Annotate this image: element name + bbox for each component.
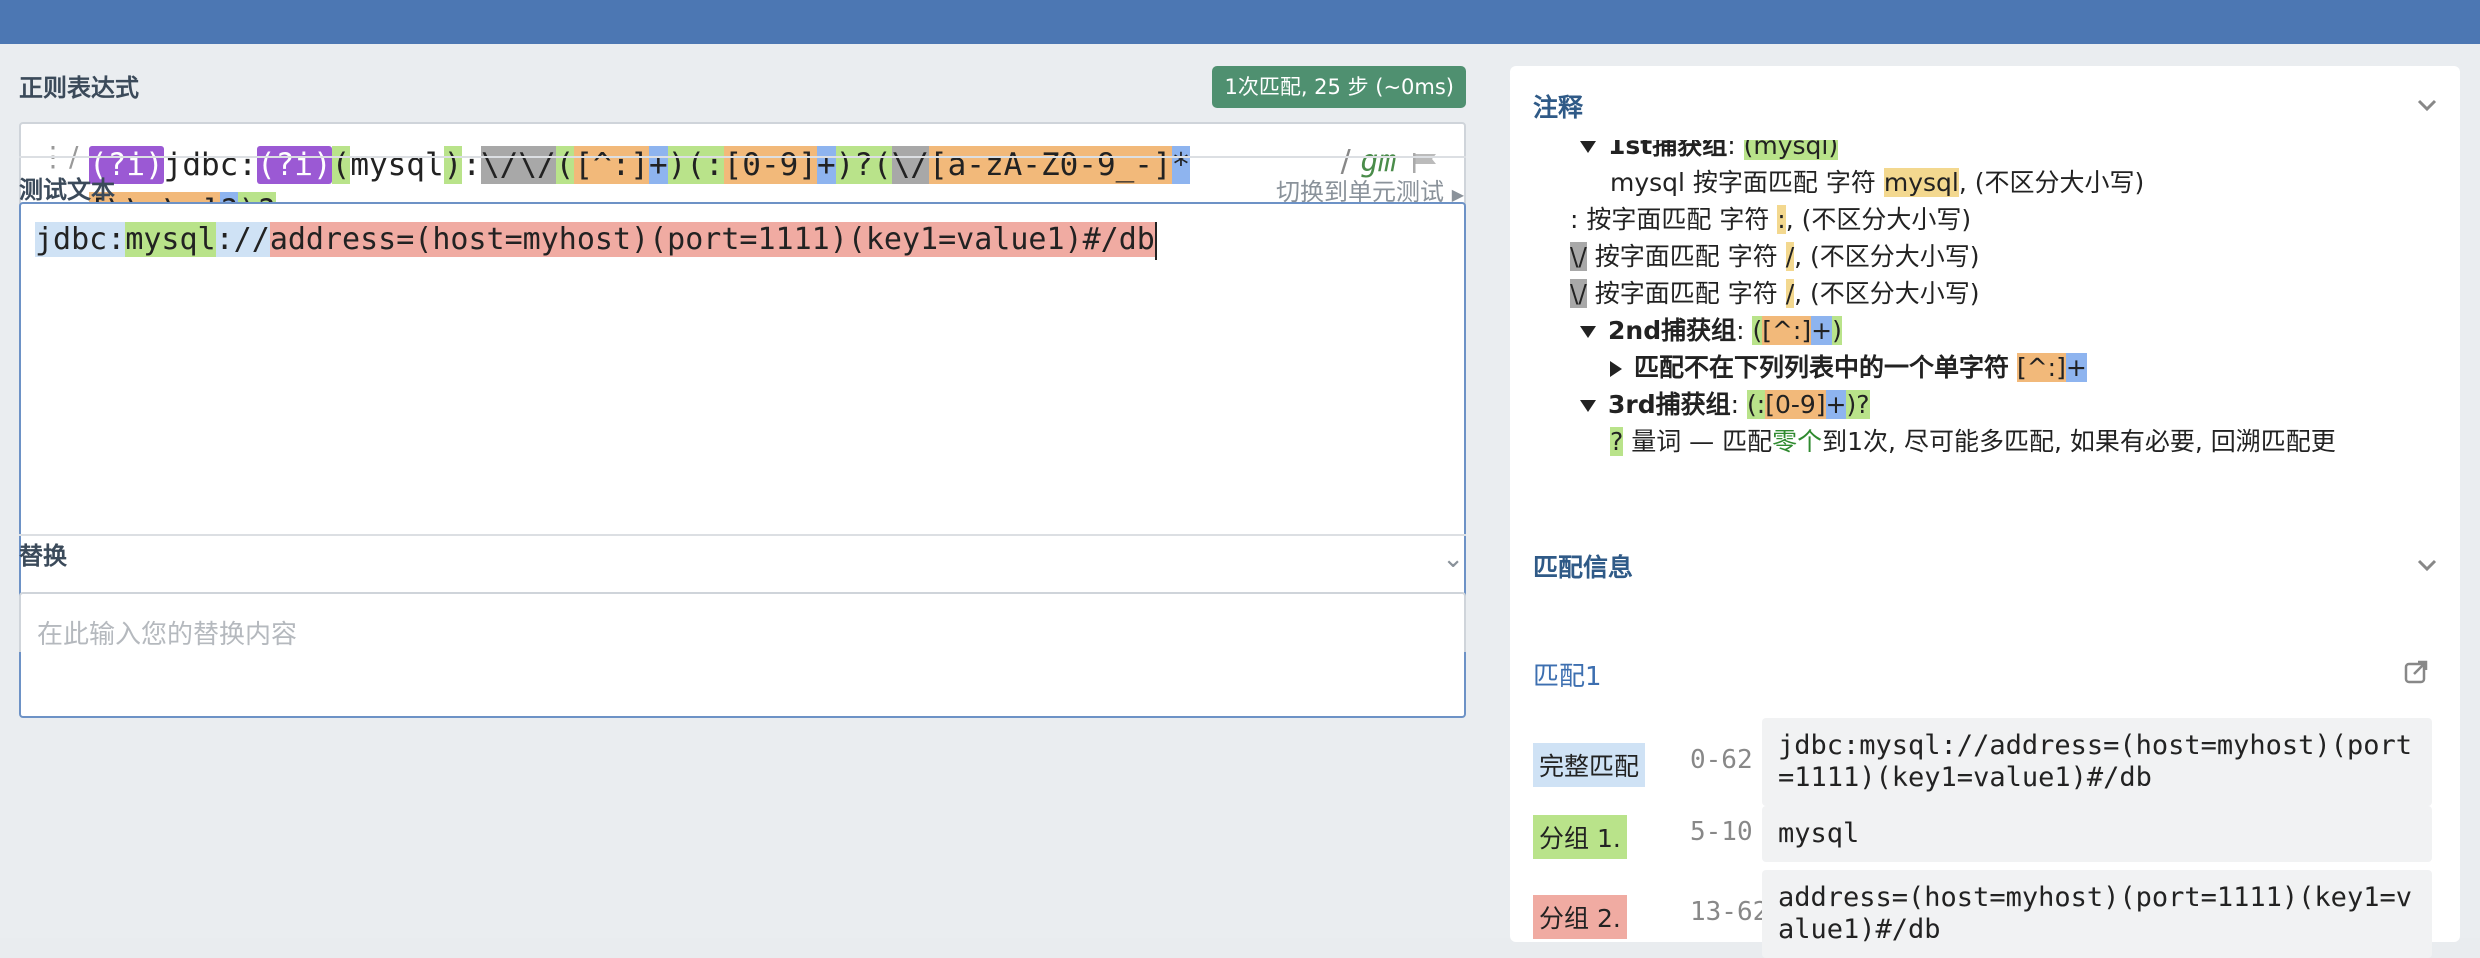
regex-section-title: 正则表达式: [19, 74, 139, 102]
test-match-segment: jdbc:: [35, 222, 126, 257]
regex-token[interactable]: mysql: [350, 146, 443, 184]
match-group-range: 13-62: [1690, 897, 1769, 927]
match-group-tag: 分组 1.: [1533, 815, 1627, 859]
chevron-down-icon[interactable]: [2416, 554, 2438, 576]
chevron-down-icon[interactable]: ⌄: [1442, 544, 1464, 574]
sidebar: 注释 1st捕获组: (mysql) mysql 按字面匹配 字符 mysql, …: [1490, 44, 2480, 958]
explanation-line: mysql 按字面匹配 字符 mysql, (不区分大小写): [1610, 168, 2145, 197]
explanation-line[interactable]: 匹配不在下列列表中的一个单字符 [^:]+: [1610, 348, 2087, 384]
explanation-line: \/ 按字面匹配 字符 /, (不区分大小写): [1570, 279, 1980, 308]
match-group-value[interactable]: jdbc:mysql://address=(host=myhost)(port=…: [1762, 718, 2432, 806]
expand-down-icon[interactable]: [1580, 326, 1596, 338]
divider: [19, 156, 1466, 158]
explanation-line[interactable]: 3rd捕获组: (:[0-9]+)?: [1580, 385, 1870, 421]
regex-token[interactable]: +: [648, 146, 668, 184]
test-match-segment: address=(host=myhost)(port=1111)(key1=va…: [269, 222, 1155, 257]
explanation-line: : 按字面匹配 字符 :, (不区分大小写): [1570, 205, 1972, 234]
expand-right-icon[interactable]: [1610, 361, 1622, 377]
top-bar: [0, 0, 2480, 44]
test-section-title: 测试文本: [19, 176, 115, 204]
text-caret: [1154, 221, 1157, 260]
expand-down-icon[interactable]: [1580, 400, 1596, 412]
share-icon[interactable]: [2404, 658, 2430, 684]
explanation-tree: 1st捕获组: (mysql) mysql 按字面匹配 字符 mysql, (不区…: [1510, 140, 2460, 540]
explanation-title: 注释: [1533, 93, 1584, 122]
match-group-range: 5-10: [1690, 817, 1753, 847]
match-group-value[interactable]: mysql: [1762, 806, 2432, 862]
match-group-range: 0-62: [1690, 745, 1753, 775]
regex-token[interactable]: (: [331, 146, 351, 184]
regex-token[interactable]: ): [443, 146, 463, 184]
regex-token[interactable]: [a-zA-Z0-9_-]: [928, 146, 1172, 184]
match-group-tag: 分组 2.: [1533, 895, 1627, 939]
test-match-segment: mysql: [125, 222, 216, 257]
match-info-panel: 匹配信息 匹配1 完整匹配 0-62 jdbc:mysql://address=(h…: [1510, 522, 2460, 958]
regex-token[interactable]: (: [555, 146, 575, 184]
explanation-line: \/ 按字面匹配 字符 /, (不区分大小写): [1570, 242, 1980, 271]
explanation-panel: 注释 1st捕获组: (mysql) mysql 按字面匹配 字符 mysql, …: [1510, 66, 2460, 546]
regex-token[interactable]: \/\/: [480, 146, 556, 184]
regex-token[interactable]: jdbc:: [164, 146, 257, 184]
regex-token[interactable]: (: [872, 146, 892, 184]
chevron-down-icon[interactable]: [2416, 94, 2438, 116]
regex-token[interactable]: *: [1171, 146, 1191, 184]
replace-input[interactable]: 在此输入您的替换内容: [19, 592, 1466, 652]
explanation-line[interactable]: 2nd捕获组: ([^:]+): [1580, 311, 1842, 347]
regex-token[interactable]: )?: [835, 146, 873, 184]
regex-token[interactable]: [0-9]: [723, 146, 817, 184]
replace-section-title: 替换: [19, 542, 67, 570]
regex-token[interactable]: ): [667, 146, 687, 184]
regex-token[interactable]: [^:]: [574, 146, 649, 184]
match-1-label[interactable]: 匹配1: [1533, 656, 1602, 693]
divider: [19, 534, 1466, 536]
regex-token[interactable]: +: [816, 146, 836, 184]
match-group-value[interactable]: address=(host=myhost)(port=1111)(key1=va…: [1762, 870, 2432, 958]
explanation-line[interactable]: 1st捕获组: (mysql): [1580, 140, 1839, 162]
regex-token[interactable]: :: [462, 146, 481, 184]
replace-placeholder: 在此输入您的替换内容: [37, 620, 298, 650]
regex-token[interactable]: (:: [686, 146, 724, 184]
match-info-title: 匹配信息: [1533, 553, 1634, 582]
regex-token[interactable]: (?i): [256, 146, 332, 184]
editor-column: 正则表达式 1次匹配, 25 步 (~0ms) ⋮/ (?i)jdbc:(?i)…: [0, 44, 1490, 938]
explanation-line: ? 量词 — 匹配零个到1次, 尽可能多匹配, 如果有必要, 回溯匹配更: [1610, 427, 2336, 456]
expand-down-icon[interactable]: [1580, 141, 1596, 153]
test-match-segment: ://: [215, 222, 270, 257]
test-string-text[interactable]: jdbc:mysql://address=(host=myhost)(port=…: [35, 218, 1157, 262]
match-status-badge: 1次匹配, 25 步 (~0ms): [1212, 66, 1466, 108]
regex-token[interactable]: \/: [891, 146, 929, 184]
match-group-tag: 完整匹配: [1533, 743, 1646, 787]
